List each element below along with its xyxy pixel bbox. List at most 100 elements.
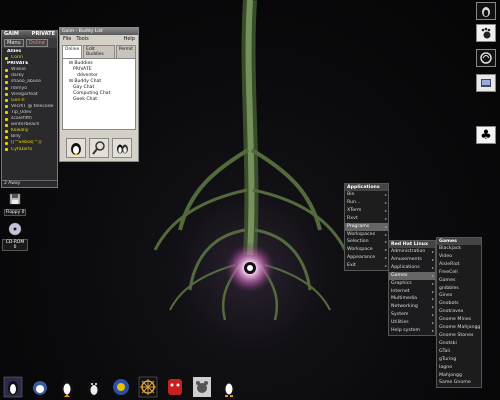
chat-button[interactable] xyxy=(112,138,133,158)
buddy-label: Corin xyxy=(11,55,24,61)
tab-online[interactable]: Online xyxy=(62,45,83,58)
buddy-window-titlebar[interactable]: GAIM PRIVATE xyxy=(2,31,57,38)
main-menu-item[interactable]: Workspaces xyxy=(345,231,388,239)
redhat-menu-item[interactable]: Networking xyxy=(389,303,435,311)
buddy-window-title-right: PRIVATE xyxy=(31,31,55,37)
ship-wheel-task-icon xyxy=(138,376,158,398)
info-button[interactable] xyxy=(88,138,109,158)
task-button-2[interactable] xyxy=(30,376,50,398)
games-menu-item[interactable]: Iagno xyxy=(437,364,481,372)
main-menu-item[interactable]: Bin xyxy=(345,191,388,199)
games-menu-item[interactable]: FreeCell xyxy=(437,269,481,277)
penguin-task-icon-2 xyxy=(61,380,73,397)
redhat-menu-item[interactable]: Games xyxy=(389,271,435,280)
gaim-button-row xyxy=(60,130,138,158)
help-menu[interactable]: Help xyxy=(124,36,135,42)
buddy-list-window[interactable]: GAIM PRIVATE Menu Online Allies Corin PRIV… xyxy=(1,30,58,188)
buddy-status-icon xyxy=(5,117,8,121)
main-menu-item[interactable]: Programs xyxy=(345,222,388,231)
clubs-dock-icon: ♣ xyxy=(480,127,492,143)
main-menu-item[interactable]: Run... xyxy=(345,199,388,207)
cdrom-desktop-icon[interactable]: CD-ROM 0 xyxy=(2,222,28,251)
games-menu-item[interactable]: Video xyxy=(437,253,481,261)
dock-slot-apps[interactable] xyxy=(476,74,496,92)
dock-slot-clubs[interactable]: ♣ xyxy=(476,126,496,144)
games-menu-item[interactable]: Gnome Mines xyxy=(437,316,481,324)
buddy-label: Gon-II xyxy=(11,97,25,103)
task-button-1[interactable] xyxy=(3,376,23,398)
gaim-buddy-window[interactable]: Gaim - Buddy List File Tools Help Online… xyxy=(59,27,139,162)
floppy-desktop-icon[interactable]: Floppy 0 xyxy=(2,192,28,216)
redhat-menu-item[interactable]: Applications xyxy=(389,264,435,272)
penguin-dock-icon xyxy=(482,7,490,17)
buddy-label: Billy xyxy=(11,134,21,140)
buddy-status-icon xyxy=(5,105,8,109)
tux-task-icon xyxy=(88,380,100,396)
task-button-8[interactable] xyxy=(192,376,212,398)
main-menu-item[interactable]: Selection xyxy=(345,238,388,246)
main-menu-item[interactable]: XTerm xyxy=(345,207,388,215)
games-menu-item[interactable]: Gnome Mahjongg xyxy=(437,324,481,332)
task-button-9[interactable] xyxy=(219,376,239,398)
tree-item-label: Computing Chat xyxy=(73,91,111,96)
games-menu-item[interactable]: Blackjack xyxy=(437,245,481,253)
task-button-3[interactable] xyxy=(57,376,77,398)
games-menu-item[interactable]: GTali xyxy=(437,348,481,356)
buddy-status-icon xyxy=(5,74,8,78)
task-button-5[interactable] xyxy=(111,376,131,398)
buddy-list: Allies Corin PRIVATE Wiskie darky shaoo_abuse… xyxy=(2,48,57,154)
redhat-menu-item[interactable]: Graphics xyxy=(389,280,435,288)
gaim-dock-icon xyxy=(480,52,492,64)
tab-permit[interactable]: Permit xyxy=(115,45,136,58)
buddy-label: Wiskie xyxy=(11,67,26,73)
dock-slot-gaim[interactable] xyxy=(476,49,496,67)
gaim-window-titlebar[interactable]: Gaim - Buddy List xyxy=(60,28,138,35)
games-menu-item[interactable]: Gnotski xyxy=(437,340,481,348)
redhat-menu-item[interactable]: System xyxy=(389,311,435,319)
redhat-menu-item[interactable]: Administration xyxy=(389,248,435,256)
games-menu-header: Games xyxy=(437,238,481,245)
buddy-item[interactable]: CyhDarts xyxy=(2,147,57,153)
buddy-label: scalefifth xyxy=(11,116,32,122)
dock-slot-penguin[interactable] xyxy=(476,2,496,20)
games-menu-item[interactable]: Gnotravex xyxy=(437,308,481,316)
main-menu-item[interactable]: Exit xyxy=(345,262,388,270)
file-menu[interactable]: File xyxy=(63,36,71,42)
redhat-menu-item[interactable]: Multimedia xyxy=(389,295,435,303)
games-menu-item[interactable]: gnibbles xyxy=(437,285,481,293)
im-button[interactable] xyxy=(65,138,86,158)
buddy-status-icon xyxy=(5,135,8,139)
games-menu-item[interactable]: Gnobots xyxy=(437,300,481,308)
tab-edit-buddies[interactable]: Edit Buddies xyxy=(83,45,115,58)
redhat-menu-item[interactable]: Internet xyxy=(389,288,435,296)
task-button-7[interactable] xyxy=(165,376,185,398)
main-menu-item[interactable]: Rxvt xyxy=(345,215,388,223)
penguin-task-icon xyxy=(3,376,23,398)
main-menu-item[interactable]: Workspace xyxy=(345,246,388,254)
task-button-4[interactable] xyxy=(84,376,104,398)
redhat-menu-item[interactable]: Amusements xyxy=(389,256,435,264)
floppy-icon xyxy=(9,193,21,205)
redhat-menu-item[interactable]: Utilities xyxy=(389,319,435,327)
games-menu-item[interactable]: Gnome Stones xyxy=(437,332,481,340)
tools-menu[interactable]: Tools xyxy=(76,36,88,42)
buddy-label: PRIVATE xyxy=(7,61,29,67)
redhat-menu-item[interactable]: Help system xyxy=(389,327,435,335)
tree-item[interactable]: Geek Chat xyxy=(65,97,133,103)
tree-item-label: ddventor xyxy=(77,73,98,78)
games-menu-item[interactable]: Gines xyxy=(437,292,481,300)
gnome-foot-task-icon xyxy=(33,381,47,395)
games-menu-item[interactable]: gTuring xyxy=(437,356,481,364)
games-menu-item[interactable]: AisleRiot xyxy=(437,261,481,269)
menu-button[interactable]: Menu xyxy=(4,39,24,47)
buddy-label: Kowally xyxy=(11,128,29,134)
gaim-tabs: Online Edit Buddies Permit xyxy=(60,43,138,58)
redhat-submenu: Red Hat LinuxAdministrationAmusementsApp… xyxy=(388,240,436,336)
online-status-button[interactable]: Online xyxy=(25,39,48,47)
dock-slot-gnome[interactable] xyxy=(476,24,496,42)
taskbar xyxy=(0,374,500,400)
buddy-status-icon xyxy=(5,123,8,127)
task-button-6[interactable] xyxy=(138,376,158,398)
main-menu-item[interactable]: Appearance xyxy=(345,254,388,262)
games-menu-item[interactable]: Games xyxy=(437,277,481,285)
